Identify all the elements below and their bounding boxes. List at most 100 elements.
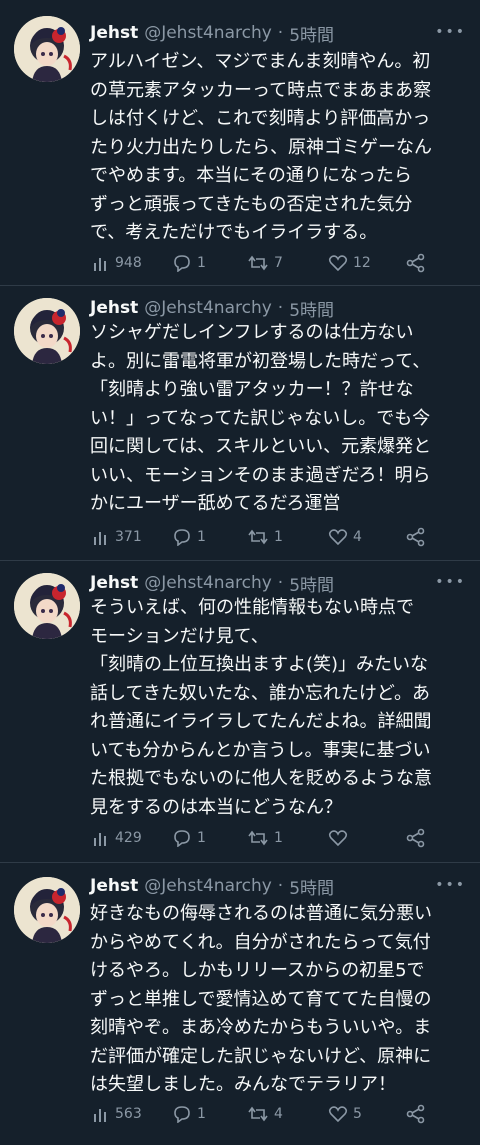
display-name[interactable]: Jehst <box>90 573 138 593</box>
share-button[interactable] <box>406 524 431 550</box>
reply-icon <box>174 529 190 546</box>
reply-icon <box>174 1106 190 1123</box>
text-line: しは付くけど、これで刻晴より評価高かっ <box>90 108 431 129</box>
views-button[interactable]: 948 <box>92 250 142 276</box>
avatar[interactable] <box>14 573 80 639</box>
like-button[interactable] <box>328 825 353 851</box>
handle[interactable]: @Jehst4narchy <box>144 573 272 593</box>
views-button[interactable]: 429 <box>92 825 142 851</box>
views-button[interactable]: 371 <box>92 524 142 550</box>
tweet-text: アルハイゼン、マジでまんま刻晴やん。初 の草元素アタッカーって時点でまあまあ察 … <box>90 48 472 248</box>
text-line: 回に関しては、スキルといい、元素爆発と <box>90 436 432 457</box>
text-line: た根拠でもないのに他人を貶めるような意 <box>90 768 432 789</box>
tweet-header: Jehst @Jehst4narchy · 5時間 <box>90 295 334 321</box>
like-count: 4 <box>353 529 362 545</box>
text-line: 好きなもの侮辱されるのは普通に気分悪い <box>90 903 432 924</box>
retweet-count: 4 <box>274 1106 283 1122</box>
retweet-button[interactable]: 1 <box>247 524 283 550</box>
share-button[interactable] <box>406 825 431 851</box>
timestamp[interactable]: 5時間 <box>289 874 334 899</box>
handle[interactable]: @Jehst4narchy <box>144 876 272 896</box>
reply-button[interactable]: 1 <box>172 1101 206 1127</box>
text-line: 「刻晴より強い雷アタッカー！？許せな <box>90 379 414 400</box>
text-line: からやめてくれ。自分がされたらって気付 <box>90 931 431 953</box>
text-line: よ。別に雷電将軍が初登場した時だって、 <box>90 350 431 372</box>
handle[interactable]: @Jehst4narchy <box>144 23 272 43</box>
reply-button[interactable]: 1 <box>172 524 206 550</box>
like-button[interactable]: 4 <box>328 524 362 550</box>
views-icon <box>94 532 106 545</box>
timestamp[interactable]: 5時間 <box>289 571 334 596</box>
text-line: は失望しました。みんなでテラリア！ <box>90 1074 396 1095</box>
text-line: そういえば、何の性能情報もない時点で <box>90 597 414 618</box>
text-line: けるやろ。しかもリリースからの初星5で <box>90 960 425 981</box>
heart-icon <box>328 830 348 847</box>
tweet-text: ソシャゲだしインフレするのは仕方ない よ。別に雷電将軍が初登場した時だって、 「… <box>90 319 472 519</box>
share-icon <box>406 527 425 547</box>
text-line: モーションだけ見て、 <box>90 625 269 647</box>
like-button[interactable]: 5 <box>328 1101 362 1127</box>
views-count: 429 <box>115 830 142 846</box>
retweet-icon <box>248 830 268 846</box>
display-name[interactable]: Jehst <box>90 876 138 896</box>
action-bar: 371 1 1 4 <box>90 524 470 550</box>
views-icon <box>94 833 106 846</box>
more-options-icon[interactable]: ••• <box>435 574 466 590</box>
action-bar: 563 1 4 5 <box>90 1101 470 1127</box>
display-name[interactable]: Jehst <box>90 298 138 318</box>
reply-icon <box>174 255 190 272</box>
retweet-button[interactable]: 7 <box>247 250 283 276</box>
reply-button[interactable]: 1 <box>172 250 206 276</box>
like-button[interactable]: 12 <box>328 250 371 276</box>
text-line: アルハイゼン、マジでまんま刻晴やん。初 <box>90 51 431 72</box>
tweet-header: Jehst @Jehst4narchy · 5時間 <box>90 570 334 596</box>
tweet-text: そういえば、何の性能情報もない時点で モーションだけ見て、 「刻晴の上位互換出ま… <box>90 594 472 822</box>
views-count: 563 <box>115 1106 142 1122</box>
reply-button[interactable]: 1 <box>172 825 206 851</box>
more-options-icon[interactable]: ••• <box>435 877 466 893</box>
tweet-3[interactable]: Jehst @Jehst4narchy · 5時間 ••• そういえば、何の性能… <box>0 561 480 866</box>
tweet-1[interactable]: Jehst @Jehst4narchy · 5時間 ••• アルハイゼン、マジで… <box>0 0 480 290</box>
share-icon <box>406 828 425 848</box>
heart-icon <box>328 1106 348 1123</box>
text-line: 話してきた奴いたな、誰か忘れたけど。あ <box>90 682 431 704</box>
timestamp[interactable]: 5時間 <box>289 296 334 321</box>
retweet-button[interactable]: 4 <box>247 1101 283 1127</box>
retweet-count: 7 <box>274 255 283 271</box>
share-button[interactable] <box>406 250 431 276</box>
text-line: だ評価が確定した訳じゃないけど、原神に <box>90 1045 432 1067</box>
text-line: の草元素アタッカーって時点でまあまあ察 <box>90 79 432 101</box>
views-icon <box>94 1109 106 1122</box>
more-options-icon[interactable]: ••• <box>435 24 466 40</box>
retweet-button[interactable]: 1 <box>247 825 283 851</box>
share-button[interactable] <box>406 1101 431 1127</box>
separator: · <box>277 573 284 593</box>
like-count: 5 <box>353 1106 362 1122</box>
reply-icon <box>174 830 190 847</box>
avatar[interactable] <box>14 298 80 364</box>
like-count: 12 <box>353 255 371 271</box>
text-line: でやめます。本当にその通りになったら <box>90 165 412 186</box>
display-name[interactable]: Jehst <box>90 23 138 43</box>
tweet-text: 好きなもの侮辱されるのは普通に気分悪い からやめてくれ。自分がされたらって気付 … <box>90 900 472 1100</box>
handle[interactable]: @Jehst4narchy <box>144 298 272 318</box>
avatar[interactable] <box>14 16 80 82</box>
timestamp[interactable]: 5時間 <box>289 21 334 46</box>
separator: · <box>277 876 284 896</box>
views-count: 371 <box>115 529 142 545</box>
tweet-4[interactable]: Jehst @Jehst4narchy · 5時間 ••• 好きなもの侮辱される… <box>0 863 480 1145</box>
text-line: たり火力出たりしたら、原神ゴミゲーなん <box>90 136 432 158</box>
views-icon <box>94 258 106 271</box>
heart-icon <box>328 529 348 546</box>
text-line: 刻晴やぞ。まあ冷めたからもういいや。ま <box>90 1017 432 1038</box>
text-line: ずっと頑張ってきたもの否定された気分 <box>90 193 413 215</box>
avatar[interactable] <box>14 877 80 943</box>
views-count: 948 <box>115 255 142 271</box>
tweet-2[interactable]: Jehst @Jehst4narchy · 5時間 ソシャゲだしインフレするのは… <box>0 286 480 561</box>
reply-count: 1 <box>197 1106 206 1122</box>
retweet-count: 1 <box>274 830 283 846</box>
text-line: い！」ってなってた訳じゃないし。でも今 <box>90 407 431 429</box>
views-button[interactable]: 563 <box>92 1101 142 1127</box>
reply-count: 1 <box>197 529 206 545</box>
reply-count: 1 <box>197 255 206 271</box>
